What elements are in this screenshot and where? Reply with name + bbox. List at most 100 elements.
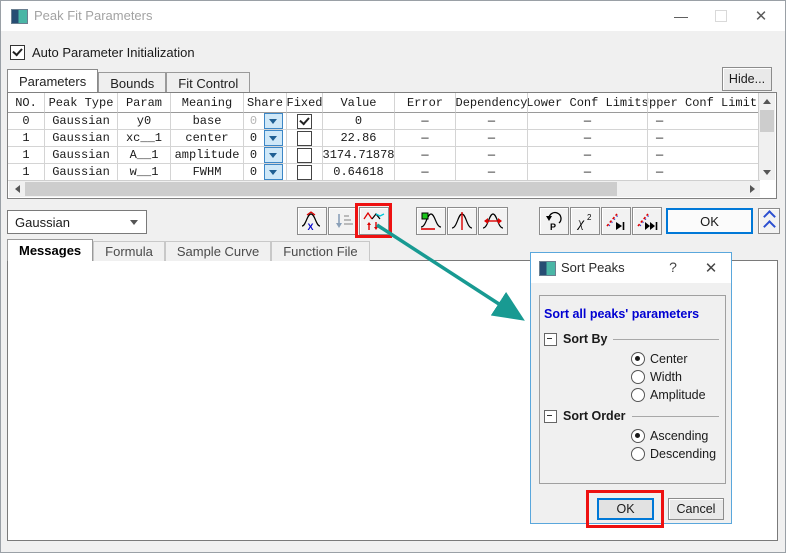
- fixed-checkbox[interactable]: [297, 130, 312, 146]
- cell-fixed: [287, 113, 323, 130]
- share-dropdown-button[interactable]: [263, 147, 283, 163]
- cell-peak-type: Gaussian: [45, 113, 118, 130]
- cell-lower-conf: —: [528, 164, 648, 181]
- fit-until-converged-button[interactable]: [632, 207, 662, 235]
- radio-icon[interactable]: [631, 352, 645, 366]
- fixed-checkbox[interactable]: [297, 164, 312, 180]
- cell-dependency: —: [456, 130, 528, 147]
- share-dropdown-button[interactable]: [263, 164, 283, 180]
- radio-width[interactable]: Width: [631, 370, 682, 384]
- radio-icon[interactable]: [631, 370, 645, 384]
- sort-by-section: Sort By: [544, 332, 719, 346]
- ok-button[interactable]: OK: [666, 208, 753, 234]
- collapse-panel-button[interactable]: [758, 208, 780, 234]
- cell-param: xc__1: [118, 130, 171, 147]
- fixed-checkbox[interactable]: [297, 147, 312, 163]
- chi-square-icon: χ 2: [576, 213, 592, 231]
- radio-descending[interactable]: Descending: [631, 447, 716, 461]
- sort-order-label: Sort Order: [563, 409, 626, 423]
- table-header-row: NO. Peak Type Param Meaning Share Fixed …: [8, 93, 758, 113]
- peak-width-button[interactable]: [478, 207, 508, 235]
- share-dropdown-button[interactable]: [263, 130, 283, 146]
- dialog-close-button[interactable]: ✕: [701, 259, 721, 277]
- cell-value[interactable]: 22.86: [323, 130, 395, 147]
- radio-descending-label: Descending: [650, 447, 717, 461]
- radio-icon[interactable]: [631, 447, 645, 461]
- radio-icon[interactable]: [631, 429, 645, 443]
- collapse-section-icon[interactable]: [544, 332, 557, 346]
- maximize-button[interactable]: [701, 1, 741, 31]
- radio-ascending[interactable]: Ascending: [631, 429, 708, 443]
- tab-fit-control[interactable]: Fit Control: [166, 72, 251, 92]
- auto-parameter-initialization-checkbox[interactable]: Auto Parameter Initialization: [10, 45, 195, 60]
- chevron-down-icon: [269, 135, 277, 141]
- tab-bounds[interactable]: Bounds: [98, 72, 167, 92]
- close-button[interactable]: ✕: [741, 1, 781, 31]
- cell-meaning: center: [171, 130, 244, 147]
- tab-sample-curve[interactable]: Sample Curve: [164, 241, 272, 261]
- cell-upper-conf: —: [648, 147, 758, 164]
- cell-error: —: [395, 113, 456, 130]
- col-share: Share: [244, 93, 287, 113]
- minimize-button[interactable]: —: [661, 1, 701, 31]
- cell-share: 0: [244, 130, 287, 147]
- sort-parameters-button[interactable]: [328, 207, 358, 235]
- cell-value[interactable]: 3174.71878: [323, 147, 395, 164]
- tab-formula[interactable]: Formula: [93, 241, 165, 261]
- initialize-parameters-button[interactable]: [416, 207, 446, 235]
- table-row: 0 Gaussian y0 base 0 0 — — — —: [8, 113, 758, 130]
- cell-dependency: —: [456, 113, 528, 130]
- col-upper-conf: Upper Conf Limits: [648, 93, 758, 113]
- scroll-up-button[interactable]: [759, 93, 775, 109]
- chevron-down-icon: [130, 220, 138, 225]
- function-select[interactable]: Gaussian: [7, 210, 147, 234]
- collapse-section-icon[interactable]: [544, 409, 557, 423]
- fixed-checkbox[interactable]: [297, 113, 312, 129]
- scroll-left-button[interactable]: [9, 181, 25, 197]
- share-dropdown-button[interactable]: [263, 113, 283, 129]
- tab-function-file[interactable]: Function File: [271, 241, 370, 261]
- svg-text:χ: χ: [576, 216, 585, 231]
- peak-center-button[interactable]: [447, 207, 477, 235]
- col-lower-conf: Lower Conf Limits: [528, 93, 648, 113]
- peak-center-icon: [451, 212, 473, 230]
- fit-one-iteration-button[interactable]: [601, 207, 631, 235]
- share-value: 0: [249, 131, 258, 145]
- cell-dependency: —: [456, 164, 528, 181]
- horizontal-scroll-thumb[interactable]: [25, 182, 617, 196]
- scroll-right-button[interactable]: [744, 181, 760, 197]
- ok-highlight-box: [586, 490, 664, 528]
- svg-text:P: P: [550, 222, 556, 231]
- tab-parameters[interactable]: Parameters: [7, 69, 99, 92]
- scroll-down-button[interactable]: [759, 164, 775, 180]
- radio-ascending-label: Ascending: [650, 429, 709, 443]
- horizontal-scrollbar[interactable]: [9, 180, 760, 197]
- cell-value[interactable]: 0: [323, 113, 395, 130]
- sort-peaks-highlight-box: [355, 203, 392, 238]
- tab-messages[interactable]: Messages: [7, 239, 94, 261]
- cell-value[interactable]: 0.64618: [323, 164, 395, 181]
- radio-amplitude[interactable]: Amplitude: [631, 388, 706, 402]
- cell-no: 1: [8, 130, 45, 147]
- radio-icon[interactable]: [631, 388, 645, 402]
- vertical-scrollbar[interactable]: [758, 93, 775, 180]
- chi-square-button[interactable]: χ 2: [570, 207, 600, 235]
- checkbox-icon[interactable]: [10, 45, 25, 60]
- dialog-cancel-button[interactable]: Cancel: [668, 498, 724, 520]
- help-button[interactable]: ?: [663, 259, 683, 275]
- share-value: 0: [249, 114, 258, 128]
- vertical-scroll-thumb[interactable]: [760, 110, 774, 132]
- initialize-parameters-icon: [420, 212, 442, 230]
- section-divider: [631, 415, 719, 417]
- cell-share: 0: [244, 113, 287, 130]
- sort-order-section: Sort Order: [544, 409, 719, 423]
- cell-upper-conf: —: [648, 130, 758, 147]
- cell-error: —: [395, 147, 456, 164]
- hide-button[interactable]: Hide...: [722, 67, 772, 91]
- cell-lower-conf: —: [528, 130, 648, 147]
- fix-peak-parameters-button[interactable]: X: [297, 207, 327, 235]
- cell-no: 1: [8, 147, 45, 164]
- radio-center[interactable]: Center: [631, 352, 688, 366]
- chevron-down-icon: [269, 118, 277, 124]
- revert-parameters-button[interactable]: P: [539, 207, 569, 235]
